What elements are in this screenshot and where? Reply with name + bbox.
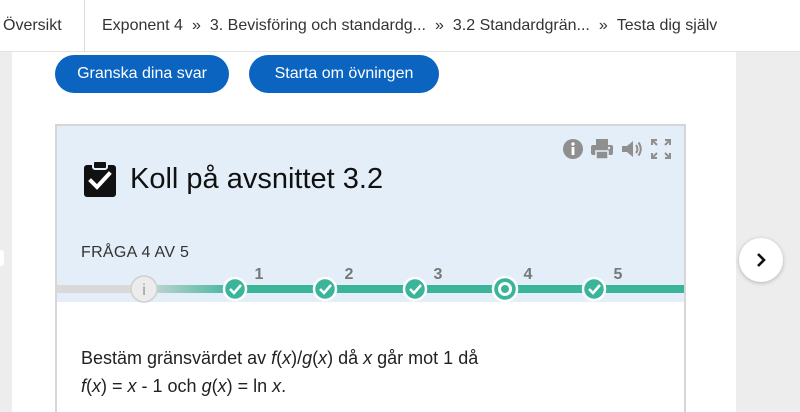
card-title-row: Koll på avsnittet 3.2 (82, 160, 383, 198)
step-number: 4 (524, 268, 533, 283)
step-number: 2 (345, 268, 354, 283)
chevron-right-icon (757, 253, 766, 267)
question-text-segment: )/ (291, 348, 303, 368)
progress-step-2[interactable]: 2 (312, 268, 354, 302)
math-variable: x (272, 376, 282, 396)
math-variable: x (318, 348, 328, 368)
question-text-segment: - 1 och (136, 376, 202, 396)
breadcrumb-separator: » (598, 16, 608, 34)
question-text: Bestäm gränsvärdet av f(x)/g(x) då x går… (81, 344, 478, 400)
info-icon[interactable] (562, 138, 584, 160)
top-navigation-bar: Översikt Exponent 4 » 3. Bevisföring och… (0, 0, 800, 52)
restart-exercise-button[interactable]: Starta om övningen (249, 55, 439, 93)
review-answers-button[interactable]: Granska dina svar (55, 55, 229, 93)
question-line-1: Bestäm gränsvärdet av f(x)/g(x) då x går… (81, 344, 478, 372)
print-icon[interactable] (590, 138, 614, 160)
step-number: 3 (434, 268, 443, 283)
progress-step-5[interactable]: 5 (581, 268, 623, 302)
question-text-segment: ) = (101, 376, 128, 396)
question-text-segment: . (281, 376, 287, 396)
left-edge-tab (0, 250, 4, 266)
math-variable: g (201, 376, 212, 396)
math-variable: x (363, 348, 373, 368)
breadcrumb-separator: » (191, 16, 201, 34)
card-toolbar (562, 138, 672, 160)
progress-track (57, 285, 137, 293)
overview-link[interactable]: Översikt (0, 0, 85, 52)
speaker-icon[interactable] (620, 138, 644, 160)
quiz-card: Koll på avsnittet 3.2 FRÅGA 4 AV 5 i 1 2… (55, 124, 686, 412)
question-text-segment: går mot 1 då (372, 348, 479, 368)
math-variable: x (92, 376, 102, 396)
step-number: 5 (614, 268, 623, 283)
progress-step-3[interactable]: 3 (402, 268, 443, 302)
progress-step-4[interactable]: 4 (491, 268, 533, 303)
question-text-segment: ) då (327, 348, 364, 368)
question-text-segment: ) = ln (226, 376, 273, 396)
breadcrumb-separator: » (434, 16, 444, 34)
clipboard-check-icon (82, 160, 118, 198)
step-number: 1 (255, 268, 264, 283)
intro-marker-label: i (142, 282, 146, 299)
breadcrumb-item-current: Testa dig själv (616, 16, 718, 34)
math-variable: x (127, 376, 137, 396)
question-text-segment: Bestäm gränsvärdet av (81, 348, 272, 368)
question-counter: FRÅGA 4 AV 5 (81, 244, 190, 261)
question-progress: i 1 2 3 4 5 (57, 268, 684, 303)
progress-fill (237, 285, 684, 293)
current-step-dot (501, 285, 509, 293)
progress-step-1[interactable]: 1 (222, 268, 264, 302)
math-variable: g (302, 348, 313, 368)
progress-intro-marker[interactable]: i (130, 275, 158, 303)
breadcrumb-item-chapter[interactable]: 3. Bevisföring och standardg... (210, 17, 426, 35)
math-variable: x (217, 376, 227, 396)
question-line-2: f(x) = x - 1 och g(x) = ln x. (81, 372, 478, 400)
main-content: Granska dina svar Starta om övningen Kol… (12, 52, 736, 412)
fullscreen-icon[interactable] (650, 138, 672, 160)
next-question-button[interactable] (739, 238, 783, 282)
breadcrumb-item-section[interactable]: 3.2 Standardgrän... (453, 17, 590, 35)
card-title: Koll på avsnittet 3.2 (130, 162, 384, 195)
math-variable: x (282, 348, 292, 368)
breadcrumb-item-book[interactable]: Exponent 4 (102, 17, 183, 35)
breadcrumb: Exponent 4 » 3. Bevisföring och standard… (85, 17, 717, 35)
